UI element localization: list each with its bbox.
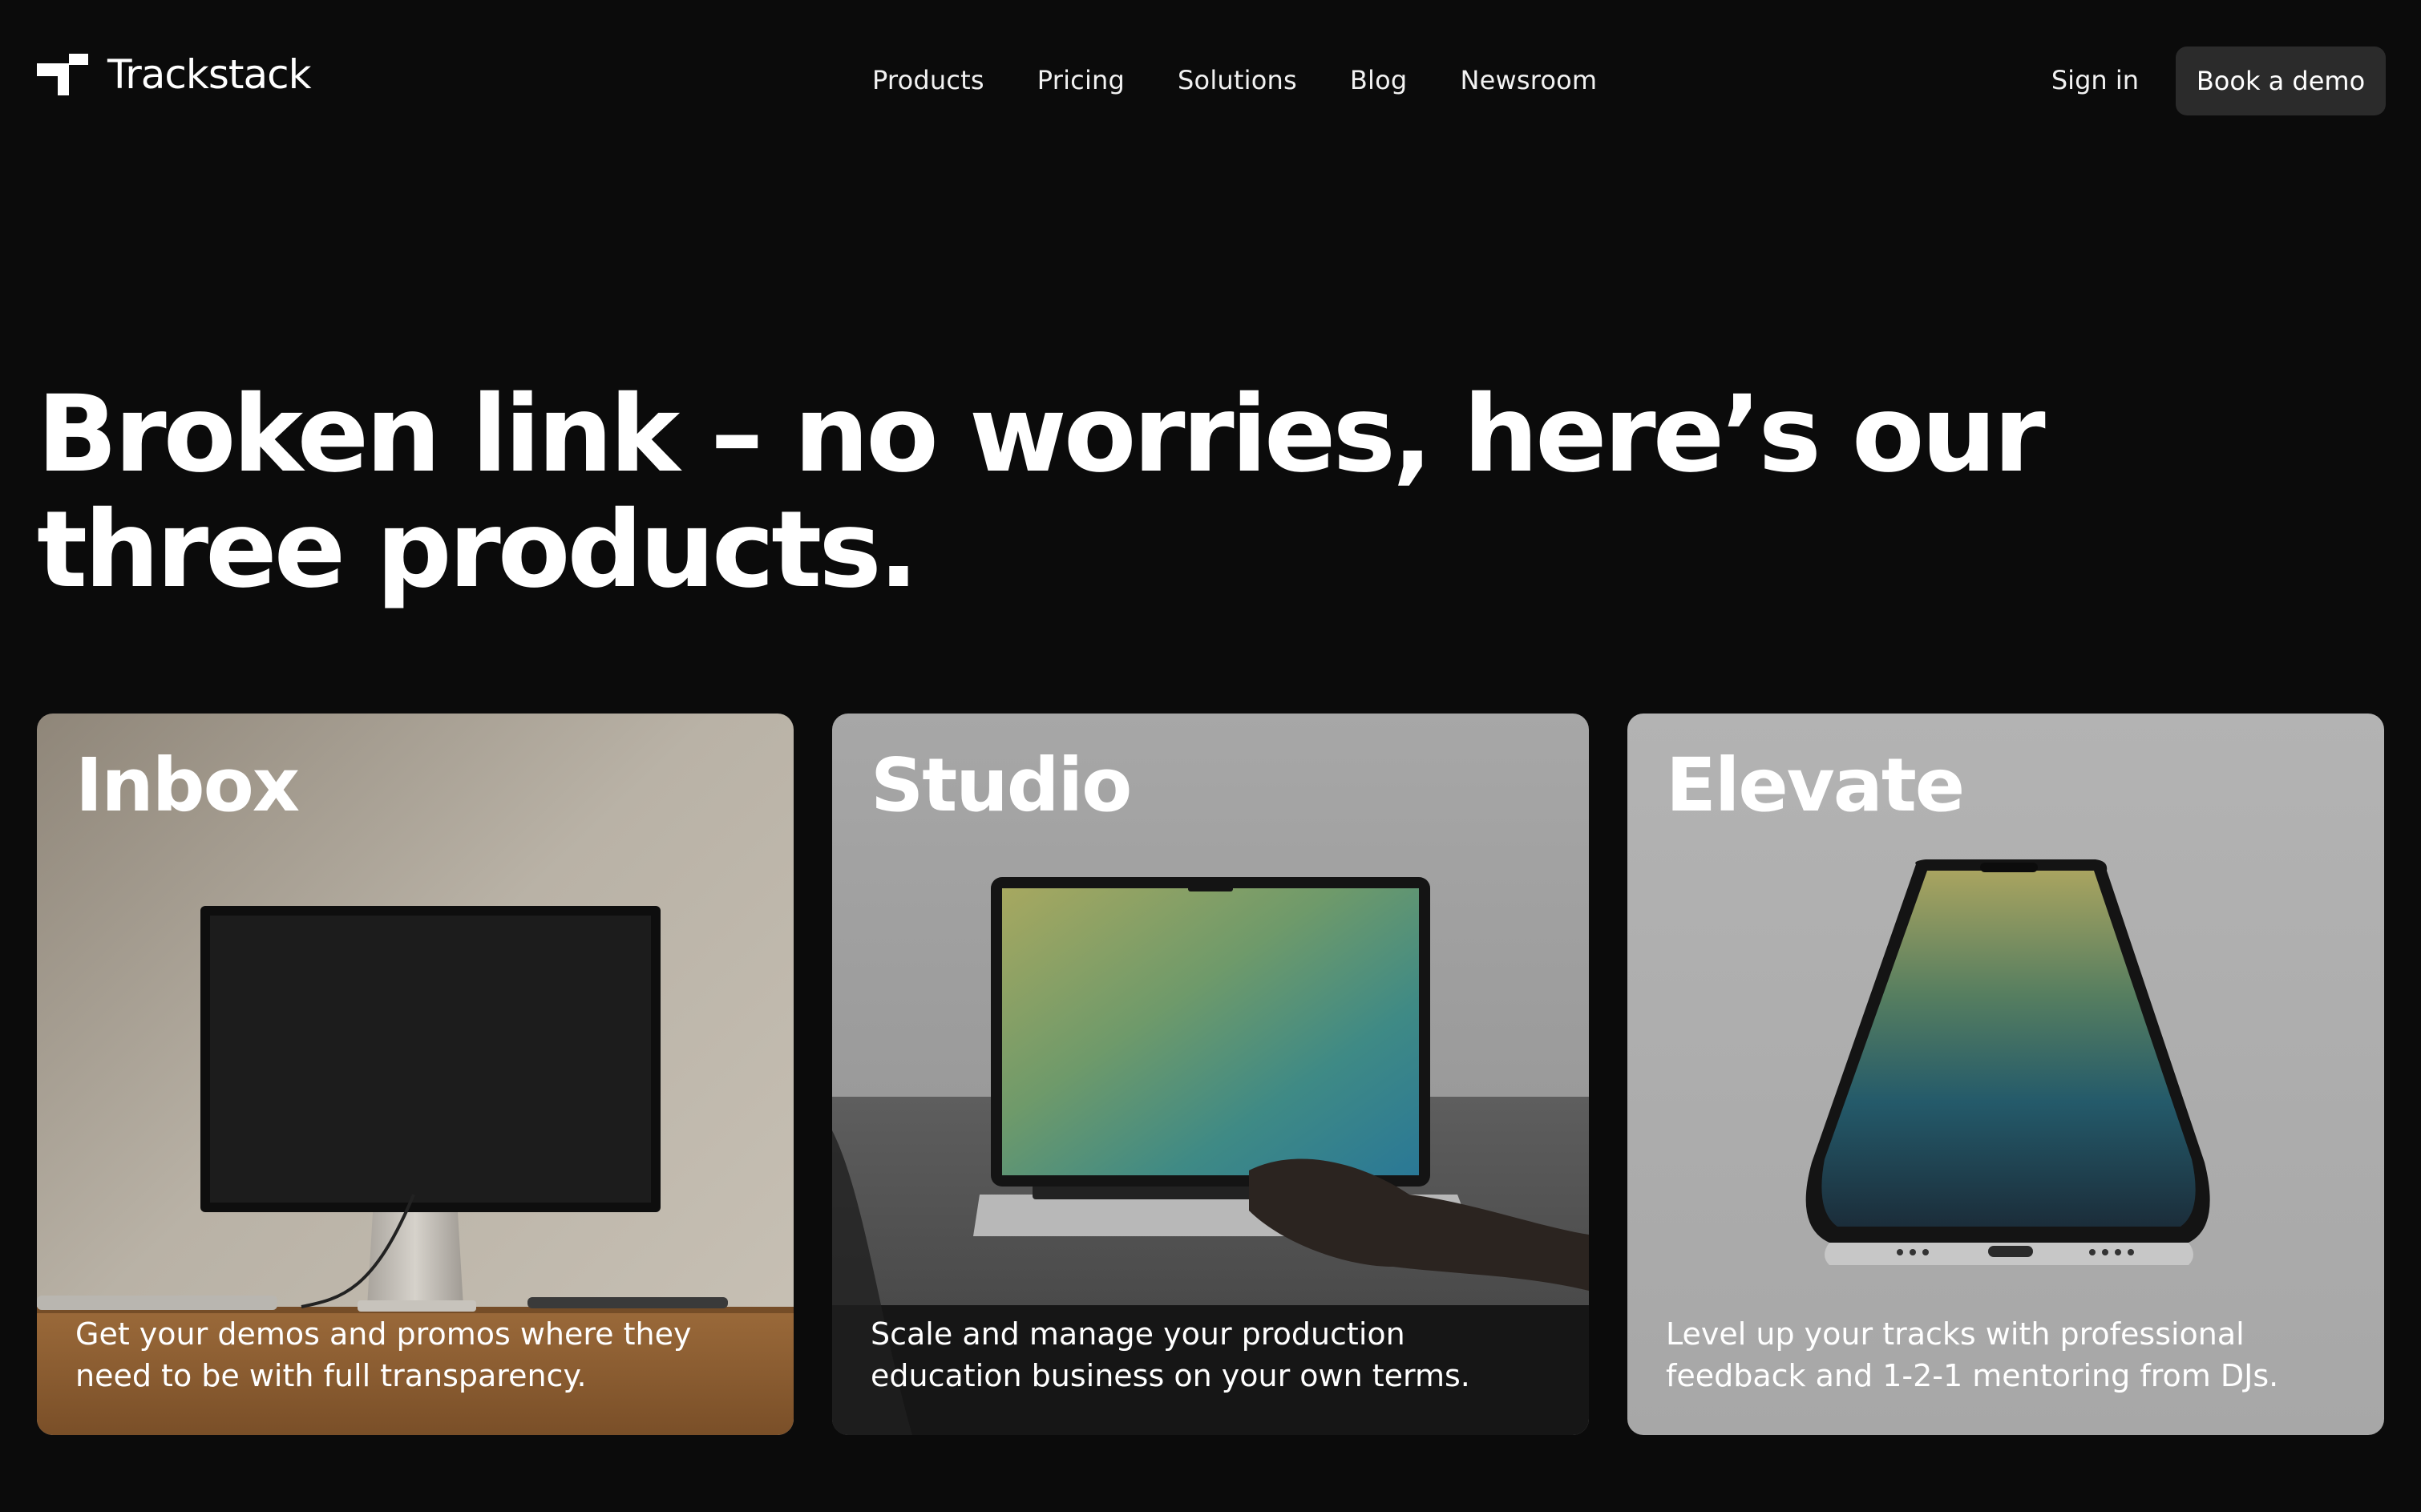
page-headline: Broken link – no worries, here’s our thr…: [37, 373, 2046, 612]
product-title-inbox: Inbox: [75, 742, 300, 828]
brand-logo-link[interactable]: Trackstack: [37, 46, 312, 103]
product-card-elevate[interactable]: Elevate Level up your tracks with profes…: [1627, 714, 2384, 1435]
product-title-studio: Studio: [871, 742, 1132, 828]
nav-newsroom[interactable]: Newsroom: [1460, 65, 1597, 95]
product-description-studio: Scale and manage your production educati…: [871, 1316, 1470, 1393]
nav-blog[interactable]: Blog: [1350, 65, 1408, 95]
nav-pricing[interactable]: Pricing: [1037, 65, 1125, 95]
product-description-elevate: Level up your tracks with professional f…: [1666, 1316, 2279, 1393]
brand-name: Trackstack: [107, 51, 312, 98]
product-title-elevate: Elevate: [1666, 742, 1965, 828]
sign-in-link[interactable]: Sign in: [2051, 58, 2139, 103]
page: Trackstack Products Pricing Solutions Bl…: [0, 0, 2421, 1512]
nav-products[interactable]: Products: [872, 65, 984, 95]
trackstack-logo-icon: [37, 54, 88, 95]
product-card-studio[interactable]: Studio Scale and manage your production …: [832, 714, 1589, 1435]
book-demo-button[interactable]: Book a demo: [2176, 46, 2386, 115]
product-description-inbox: Get your demos and promos where they nee…: [75, 1316, 692, 1393]
product-card-inbox[interactable]: Inbox Get your demos and promos where th…: [37, 714, 794, 1435]
nav-solutions[interactable]: Solutions: [1178, 65, 1297, 95]
main-nav: Products Pricing Solutions Blog Newsroom: [872, 58, 1597, 103]
